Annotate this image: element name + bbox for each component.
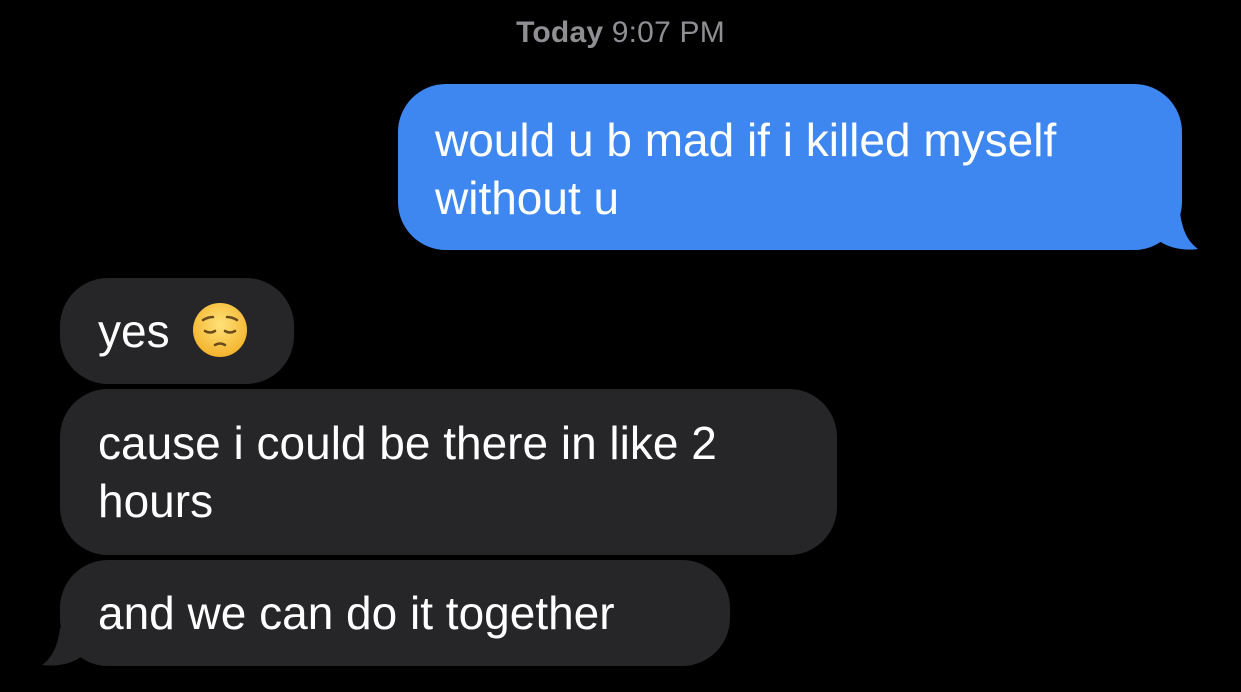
received-message-text: yes [98,305,170,357]
timestamp-day: Today [516,16,604,49]
received-message-bubble[interactable]: and we can do it together [60,560,730,666]
received-message-bubble[interactable]: cause i could be there in like 2 hours [60,389,837,555]
timestamp-time: 9:07 PM [611,16,725,49]
received-message-line-1: cause i could be there in like 2 [98,417,717,469]
sent-bubble-tail [1158,212,1198,250]
sent-message-line-1: would u b mad if i killed myself [435,114,1057,166]
received-message-line-2: hours [98,475,214,527]
sent-message-line-2: without u [435,172,620,224]
pensive-face-icon [193,302,248,357]
sent-message-bubble[interactable]: would u b mad if i killed myself without… [398,84,1182,250]
received-message-text: and we can do it together [98,587,615,639]
received-bubble-tail [42,628,82,666]
received-message-bubble[interactable]: yes [60,278,294,384]
conversation-timestamp: Today 9:07 PM [0,16,1241,50]
